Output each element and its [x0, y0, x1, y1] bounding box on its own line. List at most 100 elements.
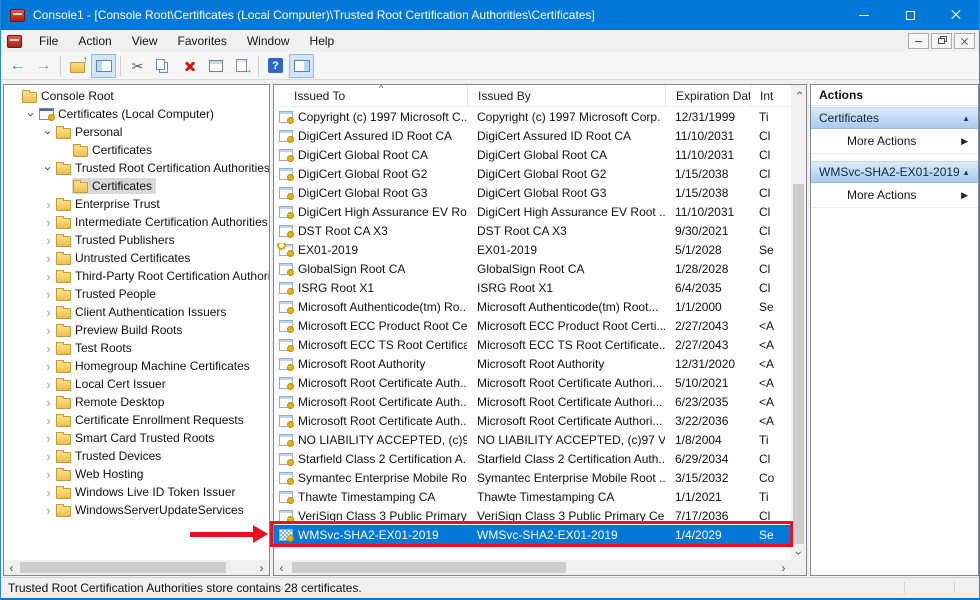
menu-action[interactable]: Action: [68, 30, 121, 52]
cert-row-no-liability-accepted-c-97[interactable]: NO LIABILITY ACCEPTED, (c)97 ...NO LIABI…: [274, 430, 806, 449]
tree-item-web-hosting[interactable]: ›Web Hosting: [4, 465, 269, 483]
cert-row-starfield-class-2-certification-a[interactable]: Starfield Class 2 Certification A...Star…: [274, 449, 806, 468]
cert-row-microsoft-root-certificate-auth[interactable]: Microsoft Root Certificate Auth...Micros…: [274, 373, 806, 392]
scroll-right-icon[interactable]: ›: [254, 560, 269, 575]
actions-section-header-wmsvc-sha2-ex01-2019[interactable]: WMSvc-SHA2-EX01-2019▲: [811, 161, 978, 183]
chevron-down-icon[interactable]: ›: [42, 162, 55, 175]
mdi-restore-button[interactable]: [931, 33, 952, 49]
minimize-button[interactable]: [841, 0, 887, 30]
scroll-up-icon[interactable]: ›: [791, 85, 806, 100]
chevron-right-icon[interactable]: ›: [42, 216, 55, 229]
cert-row-wmsvc-sha2-ex01-2019[interactable]: WMSvc-SHA2-EX01-2019WMSvc-SHA2-EX01-2019…: [274, 525, 806, 544]
menu-window[interactable]: Window: [237, 30, 300, 52]
close-button[interactable]: [933, 0, 979, 30]
cert-row-digicert-high-assurance-ev-ro[interactable]: DigiCert High Assurance EV Ro...DigiCert…: [274, 202, 806, 221]
chevron-right-icon[interactable]: ›: [42, 234, 55, 247]
tree-item-preview-build-roots[interactable]: ›Preview Build Roots: [4, 321, 269, 339]
tree-item-homegroup-machine-certificates[interactable]: ›Homegroup Machine Certificates: [4, 357, 269, 375]
menu-file[interactable]: File: [29, 30, 68, 52]
tree-item-enterprise-trust[interactable]: ›Enterprise Trust: [4, 195, 269, 213]
mdi-close-button[interactable]: [954, 33, 975, 49]
cert-row-digicert-assured-id-root-ca[interactable]: DigiCert Assured ID Root CADigiCert Assu…: [274, 126, 806, 145]
show-action-pane-button[interactable]: [289, 54, 314, 78]
chevron-right-icon[interactable]: ›: [42, 396, 55, 409]
cert-row-isrg-root-x1[interactable]: ISRG Root X1ISRG Root X16/4/2035Cl: [274, 278, 806, 297]
cert-row-globalsign-root-ca[interactable]: GlobalSign Root CAGlobalSign Root CA1/28…: [274, 259, 806, 278]
maximize-button[interactable]: [887, 0, 933, 30]
action-item-more-actions[interactable]: More Actions▶: [811, 129, 978, 154]
copy-button[interactable]: [151, 54, 176, 78]
cert-row-microsoft-root-certificate-auth[interactable]: Microsoft Root Certificate Auth...Micros…: [274, 392, 806, 411]
show-console-tree-button[interactable]: [91, 54, 116, 78]
chevron-right-icon[interactable]: ›: [42, 252, 55, 265]
tree-item-remote-desktop[interactable]: ›Remote Desktop: [4, 393, 269, 411]
chevron-right-icon[interactable]: ›: [42, 414, 55, 427]
chevron-right-icon[interactable]: ›: [42, 324, 55, 337]
properties-button[interactable]: [203, 54, 228, 78]
chevron-right-icon[interactable]: ›: [42, 306, 55, 319]
cert-row-microsoft-ecc-product-root-ce[interactable]: Microsoft ECC Product Root Ce...Microsof…: [274, 316, 806, 335]
chevron-right-icon[interactable]: ›: [42, 468, 55, 481]
list-vscroll-thumb[interactable]: [793, 184, 804, 544]
cert-row-microsoft-ecc-ts-root-certifica[interactable]: Microsoft ECC TS Root Certifica...Micros…: [274, 335, 806, 354]
export-list-button[interactable]: [229, 54, 254, 78]
tree-item-smart-card-trusted-roots[interactable]: ›Smart Card Trusted Roots: [4, 429, 269, 447]
cut-button[interactable]: ✂: [125, 54, 150, 78]
menu-favorites[interactable]: Favorites: [168, 30, 237, 52]
up-one-level-button[interactable]: [65, 54, 90, 78]
column-header-issued-by[interactable]: Issued By: [467, 85, 665, 106]
cert-row-verisign-class-3-public-primary[interactable]: VeriSign Class 3 Public Primary ...VeriS…: [274, 506, 806, 525]
tree-item-trusted-people[interactable]: ›Trusted People: [4, 285, 269, 303]
cert-row-dst-root-ca-x3[interactable]: DST Root CA X3DST Root CA X39/30/2021Cl: [274, 221, 806, 240]
tree-item-untrusted-certificates[interactable]: ›Untrusted Certificates: [4, 249, 269, 267]
action-item-more-actions[interactable]: More Actions▶: [811, 183, 978, 208]
list-horizontal-scrollbar[interactable]: ‹ ›: [274, 560, 791, 575]
cert-row-ex01-2019[interactable]: EX01-2019EX01-20195/1/2028Se: [274, 240, 806, 259]
scroll-left-icon[interactable]: ‹: [274, 560, 289, 575]
tree-item-certificates[interactable]: Certificates: [4, 141, 269, 159]
list-vertical-scrollbar[interactable]: › ›: [791, 85, 806, 560]
tree-item-local-cert-issuer[interactable]: ›Local Cert Issuer: [4, 375, 269, 393]
tree-item-certificates-local-computer[interactable]: ›Certificates (Local Computer): [4, 105, 269, 123]
back-button[interactable]: ←: [5, 54, 30, 78]
collapse-caret-icon[interactable]: ▲: [962, 168, 970, 177]
cert-row-digicert-global-root-g2[interactable]: DigiCert Global Root G2DigiCert Global R…: [274, 164, 806, 183]
collapse-caret-icon[interactable]: ▲: [962, 114, 970, 123]
help-button[interactable]: ?: [263, 54, 288, 78]
tree-item-certificates[interactable]: Certificates: [4, 177, 269, 195]
cert-row-copyright-c-1997-microsoft-c[interactable]: Copyright (c) 1997 Microsoft C...Copyrig…: [274, 107, 806, 126]
tree-item-third-party-root-certification-authorities[interactable]: ›Third-Party Root Certification Authorit…: [4, 267, 269, 285]
chevron-right-icon[interactable]: ›: [42, 504, 55, 517]
column-header-issued-to[interactable]: Issued To^: [274, 85, 467, 106]
menu-help[interactable]: Help: [300, 30, 345, 52]
tree-item-trusted-devices[interactable]: ›Trusted Devices: [4, 447, 269, 465]
cert-row-microsoft-root-certificate-auth[interactable]: Microsoft Root Certificate Auth...Micros…: [274, 411, 806, 430]
chevron-down-icon[interactable]: ›: [42, 126, 55, 139]
cert-row-microsoft-root-authority[interactable]: Microsoft Root AuthorityMicrosoft Root A…: [274, 354, 806, 373]
chevron-right-icon[interactable]: ›: [42, 432, 55, 445]
tree-item-windows-live-id-token-issuer[interactable]: ›Windows Live ID Token Issuer: [4, 483, 269, 501]
chevron-down-icon[interactable]: ›: [25, 108, 38, 121]
cert-row-digicert-global-root-ca[interactable]: DigiCert Global Root CADigiCert Global R…: [274, 145, 806, 164]
tree-item-personal[interactable]: ›Personal: [4, 123, 269, 141]
forward-button[interactable]: →: [31, 54, 56, 78]
chevron-right-icon[interactable]: ›: [42, 288, 55, 301]
tree-item-client-authentication-issuers[interactable]: ›Client Authentication Issuers: [4, 303, 269, 321]
tree-scroll-thumb[interactable]: [20, 562, 226, 573]
cert-row-microsoft-authenticode-tm-ro[interactable]: Microsoft Authenticode(tm) Ro...Microsof…: [274, 297, 806, 316]
delete-button[interactable]: [177, 54, 202, 78]
chevron-right-icon[interactable]: ›: [42, 198, 55, 211]
cert-row-symantec-enterprise-mobile-ro[interactable]: Symantec Enterprise Mobile Ro...Symantec…: [274, 468, 806, 487]
tree-item-intermediate-certification-authorities[interactable]: ›Intermediate Certification Authorities: [4, 213, 269, 231]
chevron-right-icon[interactable]: ›: [42, 270, 55, 283]
tree-item-windowsserverupdateservices[interactable]: ›WindowsServerUpdateServices: [4, 501, 269, 519]
chevron-right-icon[interactable]: ›: [42, 486, 55, 499]
scroll-left-icon[interactable]: ‹: [4, 560, 19, 575]
list-scroll-thumb[interactable]: [292, 562, 566, 573]
tree-item-test-roots[interactable]: ›Test Roots: [4, 339, 269, 357]
chevron-right-icon[interactable]: ›: [42, 360, 55, 373]
actions-section-header-certificates[interactable]: Certificates▲: [811, 107, 978, 129]
tree-horizontal-scrollbar[interactable]: ‹ ›: [4, 560, 269, 575]
tree-item-trusted-publishers[interactable]: ›Trusted Publishers: [4, 231, 269, 249]
mdi-minimize-button[interactable]: [908, 33, 929, 49]
